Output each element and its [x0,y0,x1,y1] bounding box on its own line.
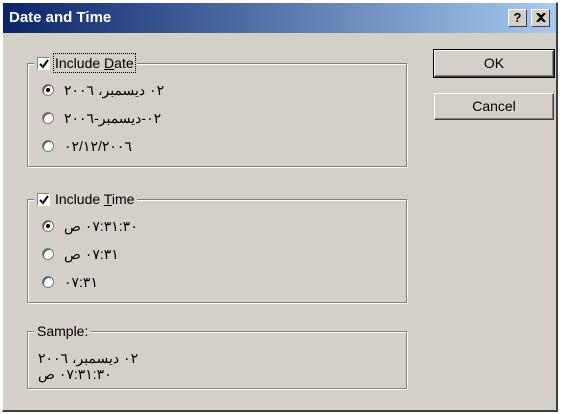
time-option-3-label: ٠٧:٣١ [64,273,98,290]
time-option-3-radio[interactable] [42,276,54,288]
cancel-button[interactable]: Cancel [434,93,554,120]
window-title: Date and Time [9,9,112,26]
time-option-1[interactable]: ٠٧:٣١:٣٠ ص [42,218,138,234]
sample-group: Sample: ٠٢ ديسمبر، ٢٠٠٦ ٠٧:٣١:٣٠ ص [27,322,407,389]
sample-label: Sample: [37,323,89,339]
time-option-2[interactable]: ٠٧:٣١ ص [42,246,119,262]
sample-legend: Sample: [34,322,92,340]
include-time-label: Include Time [55,191,135,207]
date-option-2-label: ٠٢-ديسمبر-٢٠٠٦ [64,109,162,126]
include-date-legend[interactable]: Include Date [34,53,137,73]
close-button[interactable] [531,9,550,27]
include-time-legend[interactable]: Include Time [34,190,138,208]
include-time-checkbox[interactable] [37,192,50,206]
date-time-dialog: Date and Time ? Include Date ٠٢ ديسمبر، … [2,2,558,412]
include-date-checkbox[interactable] [37,56,50,70]
time-option-2-label: ٠٧:٣١ ص [64,245,119,262]
help-button[interactable]: ? [508,9,527,27]
include-time-group: Include Time ٠٧:٣١:٣٠ ص ٠٧:٣١ ص ٠٧:٣١ [27,190,407,303]
sample-preview: ٠٢ ديسمبر، ٢٠٠٦ ٠٧:٣١:٣٠ ص [38,350,138,382]
sample-line-time: ٠٧:٣١:٣٠ ص [38,366,112,382]
close-icon [535,10,546,25]
checkmark-icon [39,194,49,205]
title-bar[interactable]: Date and Time ? [3,3,556,33]
date-option-1[interactable]: ٠٢ ديسمبر، ٢٠٠٦ [42,82,164,98]
ok-button[interactable]: OK [433,49,555,78]
include-date-label: Include Date [53,53,136,73]
date-option-2-radio[interactable] [42,112,54,124]
date-option-1-radio[interactable] [42,84,54,96]
date-option-1-label: ٠٢ ديسمبر، ٢٠٠٦ [64,81,165,98]
include-date-group: Include Date ٠٢ ديسمبر، ٢٠٠٦ ٠٢-ديسمبر-٢… [27,53,407,167]
date-option-3[interactable]: ٠٢/١٢/٢٠٠٦ [42,138,132,154]
date-option-2[interactable]: ٠٢-ديسمبر-٢٠٠٦ [42,110,161,126]
date-option-3-label: ٠٢/١٢/٢٠٠٦ [64,137,132,154]
time-option-1-label: ٠٧:٣١:٣٠ ص [64,217,138,234]
date-option-3-radio[interactable] [42,140,54,152]
checkmark-icon [39,58,49,69]
time-option-2-radio[interactable] [42,248,54,260]
time-option-1-radio[interactable] [42,220,54,232]
sample-line-date: ٠٢ ديسمبر، ٢٠٠٦ [38,350,139,366]
time-option-3[interactable]: ٠٧:٣١ [42,274,98,290]
